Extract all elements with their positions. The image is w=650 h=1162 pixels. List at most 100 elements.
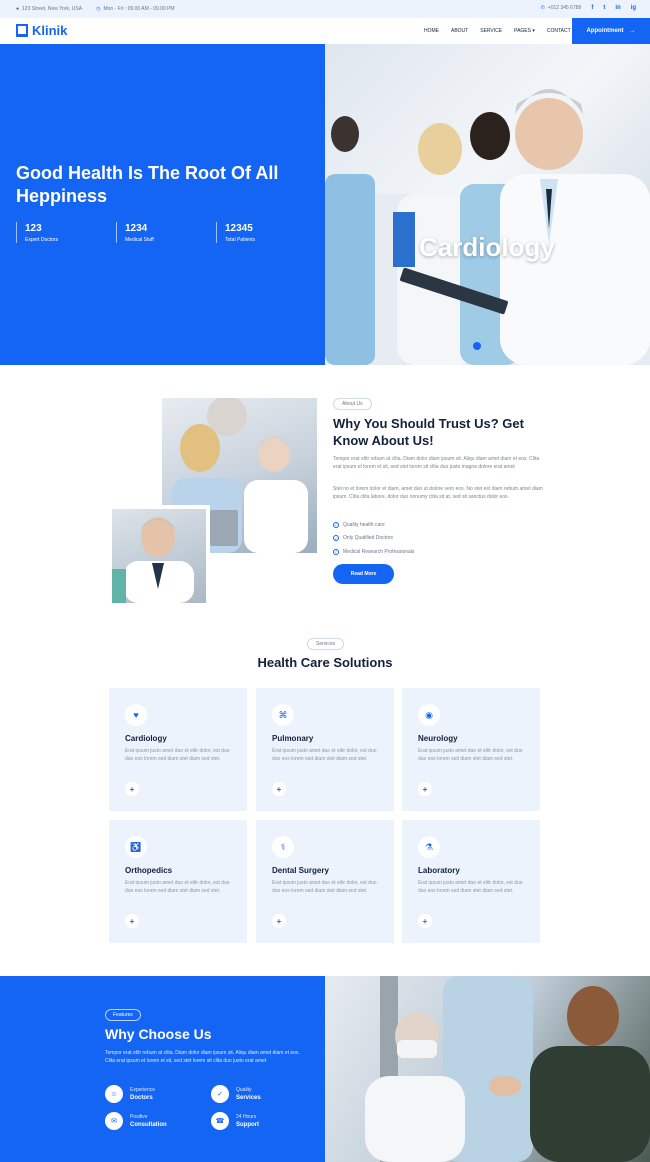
feature-bottom: Services <box>236 1095 261 1101</box>
clock-icon: ◷ <box>96 6 101 12</box>
nav-home[interactable]: HOME <box>424 28 439 34</box>
stat-number: 123 <box>25 223 42 234</box>
phone-text: +012 345 6789 <box>547 5 582 11</box>
service-card-laboratory[interactable]: ⚗ Laboratory Erat ipsum justo amet duo e… <box>402 820 540 943</box>
stat-patients: 12345 Total Patients <box>216 222 316 243</box>
read-more-button[interactable]: Read More <box>333 564 394 584</box>
feature-top: 24 Hours <box>236 1114 257 1120</box>
check-label: Only Qualified Doctors <box>343 535 394 542</box>
hero-stats: 123 Expert Doctors 1234 Medical Stuff 12… <box>16 222 316 243</box>
hero-section: Good Health Is The Root Of All Heppiness… <box>0 44 650 365</box>
feature-doctors: ☺ Experience Doctors <box>105 1085 155 1103</box>
service-title: Neurology <box>418 734 458 743</box>
feature-support: ☎ 24 Hours Support <box>211 1112 259 1130</box>
top-bar: ● 123 Street, New York, USA ◷ Mon - Fri : … <box>0 0 650 18</box>
hours-info: ◷ Mon - Fri : 09.00 AM - 09.00 PM <box>96 6 175 12</box>
brain-icon: ◉ <box>418 704 440 726</box>
service-desc: Erat ipsum justo amet duo et elitr dolor… <box>272 880 377 894</box>
twitter-icon[interactable]: t <box>603 5 605 11</box>
service-title: Laboratory <box>418 866 460 875</box>
check-circle-icon: ✓ <box>333 521 339 528</box>
service-desc: Erat ipsum justo amet duo et elitr dolor… <box>418 748 523 762</box>
heart-pulse-icon: ♥ <box>125 704 147 726</box>
stat-number: 1234 <box>125 223 148 234</box>
plus-icon[interactable]: + <box>418 782 432 796</box>
plus-icon[interactable]: + <box>125 782 139 796</box>
about-paragraph-1: Tempor erat elitr rebum at clita. Diam d… <box>333 456 540 470</box>
why-paragraph: Tempor erat elitr rebum at clita. Diam d… <box>105 1050 300 1064</box>
phone-info: ✆ +012 345 6789 <box>541 5 582 11</box>
about-paragraph-2: Stet no et lorem dolor et diam, amet duo… <box>333 486 543 500</box>
linkedin-icon[interactable]: in <box>615 5 620 11</box>
service-card-dental-surgery[interactable]: ⚕ Dental Surgery Erat ipsum justo amet d… <box>256 820 394 943</box>
brand-name: Klinik <box>32 23 68 38</box>
service-desc: Erat ipsum justo amet duo et elitr dolor… <box>125 880 230 894</box>
hero-image-caption: Cardiology <box>419 232 555 262</box>
vials-icon: ⚗ <box>418 836 440 858</box>
stat-staff: 1234 Medical Stuff <box>116 222 216 243</box>
stat-label: Total Patients <box>225 237 256 243</box>
hospital-icon <box>16 24 28 37</box>
why-consultation-image <box>325 976 650 1162</box>
feature-consultation: ✉ Positive Consultation <box>105 1112 167 1130</box>
service-card-orthopedics[interactable]: ♿ Orthopedics Erat ipsum justo amet duo … <box>109 820 247 943</box>
why-panel <box>0 976 325 1162</box>
plus-icon[interactable]: + <box>272 782 286 796</box>
about-image-doctor <box>108 505 210 607</box>
check-circle-icon: ✓ <box>333 535 339 542</box>
check-item: ✓ Medical Research Professionals <box>333 545 414 559</box>
service-card-pulmonary[interactable]: ⌘ Pulmonary Erat ipsum justo amet duo et… <box>256 688 394 811</box>
address-info: ● 123 Street, New York, USA <box>16 6 82 12</box>
feature-top: Experience <box>130 1087 156 1093</box>
headset-icon: ☎ <box>211 1112 229 1130</box>
facebook-icon[interactable]: f <box>591 5 593 11</box>
user-md-icon: ☺ <box>105 1085 123 1103</box>
why-title: Why Choose Us <box>105 1026 212 1042</box>
chevron-down-icon: ▾ <box>532 28 535 34</box>
service-title: Cardiology <box>125 734 167 743</box>
service-title: Orthopedics <box>125 866 173 875</box>
appointment-button[interactable]: Appointment → <box>572 18 650 44</box>
comment-icon: ✉ <box>105 1112 123 1130</box>
service-desc: Erat ipsum justo amet duo et elitr dolor… <box>125 748 230 762</box>
address-text: 123 Street, New York, USA <box>22 6 83 12</box>
map-marker-icon: ● <box>16 6 20 12</box>
nav-service[interactable]: SERVICE <box>480 28 502 34</box>
about-title: Why You Should Trust Us? Get Know About … <box>333 416 524 448</box>
wheelchair-icon: ♿ <box>125 836 147 858</box>
main-menu: HOME ABOUT SERVICE PAGES ▾ CONTACT <box>424 28 571 34</box>
feature-bottom: Doctors <box>130 1095 153 1101</box>
brand-logo[interactable]: Klinik <box>16 23 67 38</box>
nav-contact[interactable]: CONTACT <box>547 28 571 34</box>
check-icon: ✓ <box>211 1085 229 1103</box>
doctors-illustration <box>325 89 650 365</box>
check-label: Medical Research Professionals <box>343 548 415 555</box>
consultation-illustration <box>365 976 650 1162</box>
about-checklist: ✓ Quality health care ✓ Only Qualified Doc… <box>333 518 414 559</box>
feature-services: ✓ Quality Services <box>211 1085 261 1103</box>
services-title: Health Care Solutions <box>257 655 393 670</box>
nav-pages-label: PAGES <box>514 28 531 34</box>
stat-label: Expert Doctors <box>25 237 59 243</box>
plus-icon[interactable]: + <box>125 914 139 928</box>
check-label: Quality health care <box>343 521 385 528</box>
service-title: Dental Surgery <box>272 866 329 875</box>
service-card-cardiology[interactable]: ♥ Cardiology Erat ipsum justo amet duo e… <box>109 688 247 811</box>
nav-about[interactable]: ABOUT <box>451 28 468 34</box>
hours-text: Mon - Fri : 09.00 AM - 09.00 PM <box>103 6 175 12</box>
navbar: Klinik HOME ABOUT SERVICE PAGES ▾ CONTAC… <box>0 18 650 44</box>
doctor-portrait-illustration <box>112 517 194 603</box>
check-item: ✓ Quality health care <box>333 518 414 532</box>
plus-icon[interactable]: + <box>272 914 286 928</box>
nav-pages[interactable]: PAGES ▾ <box>514 28 535 34</box>
features-pill: Features <box>105 1009 141 1021</box>
check-circle-icon: ✓ <box>333 548 339 555</box>
services-pill: Services <box>307 638 345 650</box>
tooth-icon: ⚕ <box>272 836 294 858</box>
about-pill: About Us <box>333 398 372 410</box>
plus-icon[interactable]: + <box>418 914 432 928</box>
why-section: Features Why Choose Us Tempor erat elitr… <box>0 976 650 1162</box>
service-card-neurology[interactable]: ◉ Neurology Erat ipsum justo amet duo et… <box>402 688 540 811</box>
instagram-icon[interactable]: ig <box>631 5 636 11</box>
phone-icon: ✆ <box>540 5 545 11</box>
